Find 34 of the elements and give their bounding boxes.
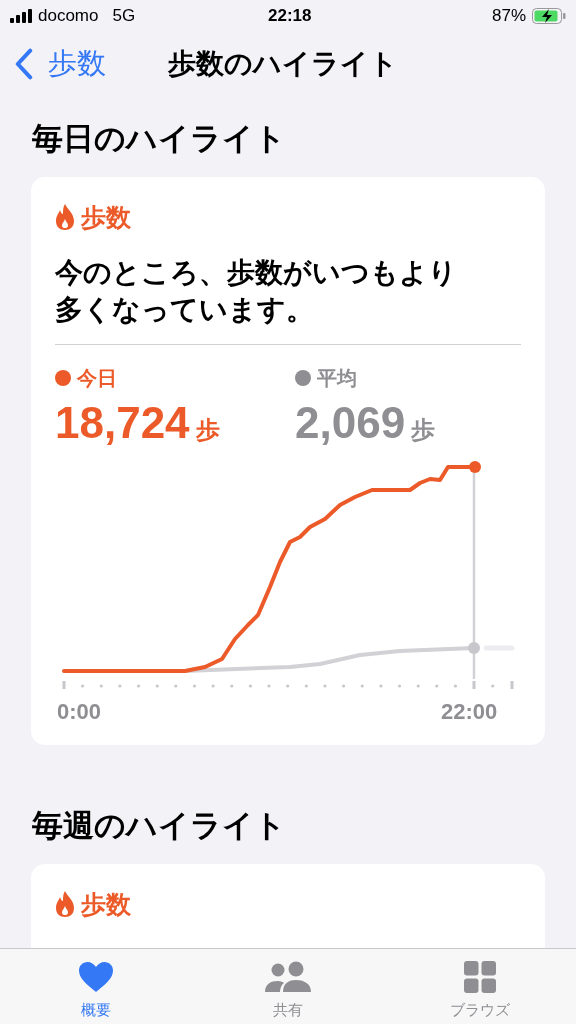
- axis-label: 22:00: [441, 698, 498, 726]
- highlight-card[interactable]: 歩数: [31, 863, 545, 948]
- battery-charging-icon: [532, 8, 566, 24]
- status-time: 22:18: [268, 5, 312, 28]
- average-point: [468, 642, 480, 654]
- step-count-value: 18,724: [55, 397, 190, 449]
- flame-icon: [55, 203, 75, 232]
- people-icon: [264, 961, 312, 993]
- step-unit: 歩: [195, 415, 220, 445]
- heart-icon: [78, 961, 114, 993]
- legend-label: 今日: [77, 366, 117, 391]
- step-count-value: 2,069: [295, 397, 406, 449]
- step-unit: 歩: [411, 415, 436, 445]
- back-chevron-icon: [14, 48, 34, 80]
- section-heading: 毎週のハイライト: [31, 807, 287, 845]
- tab-item[interactable]: 概要: [0, 949, 192, 1024]
- highlight-message: 今のところ、歩数がいつもより多くなっています。: [55, 256, 458, 327]
- axis-label: 0:00: [57, 698, 102, 726]
- tab-item[interactable]: 共有: [192, 949, 384, 1024]
- carrier-name: docomo: [38, 5, 99, 28]
- flame-icon: [55, 890, 75, 919]
- back-button[interactable]: 歩数: [0, 42, 106, 86]
- network-type: 5G: [112, 5, 136, 28]
- today-point: [469, 461, 481, 473]
- category-label: 歩数: [81, 201, 131, 233]
- grid-icon: [464, 961, 496, 993]
- highlight-card[interactable]: 歩数 今のところ、歩数がいつもより多くなっています。 今日 18,724 歩 平均 2,069 歩 0:00 22:00: [31, 176, 545, 745]
- nav-title: 歩数のハイライト: [168, 47, 398, 81]
- category-label: 歩数: [81, 888, 131, 920]
- section-heading: 毎日のハイライト: [31, 120, 287, 158]
- signal-icon: [10, 9, 32, 23]
- tab-item[interactable]: ブラウズ: [384, 949, 576, 1024]
- battery-percentage: 87%: [491, 5, 526, 28]
- legend-label: 平均: [317, 366, 357, 391]
